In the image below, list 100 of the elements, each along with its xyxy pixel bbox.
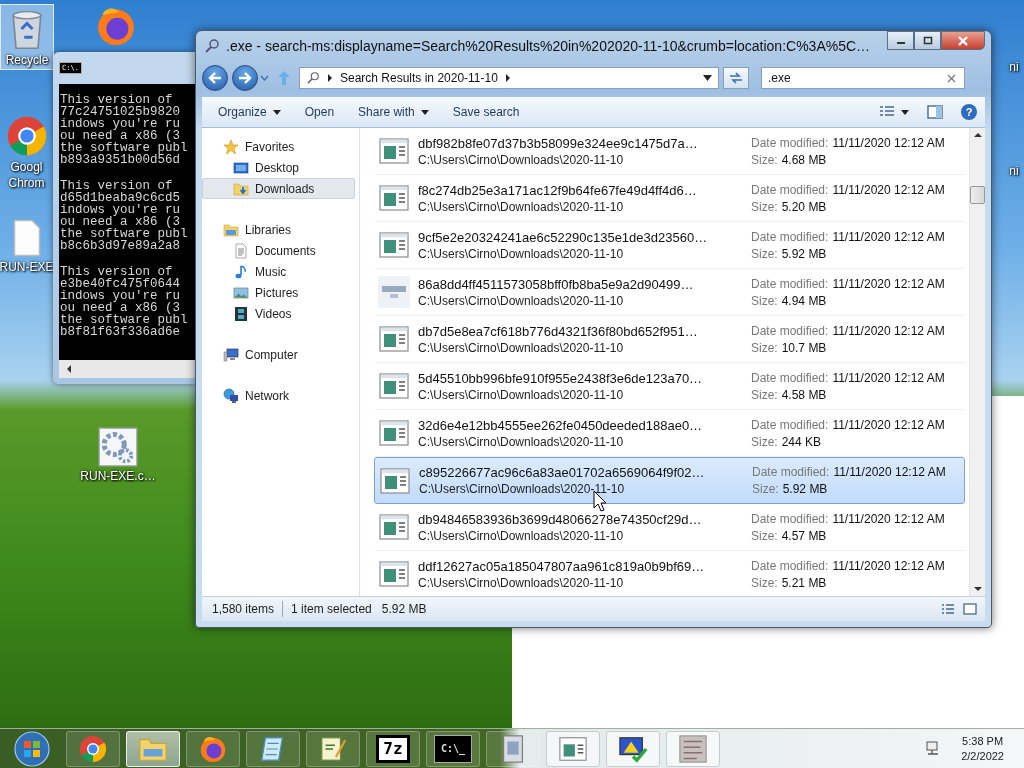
chevron-icon[interactable]: [327, 74, 333, 82]
computer-icon: [223, 346, 239, 363]
toolbar-button[interactable]: Save search: [442, 101, 530, 123]
file-size: 244 KB: [781, 434, 822, 449]
file-path: C:\Users\Cirno\Downloads\2020-11-10: [418, 246, 625, 261]
nav-item[interactable]: Videos: [202, 303, 355, 324]
file-name: ddf12627ac05a185047807aa961c819a0b9bf69…: [418, 558, 706, 574]
field-label: Size:: [751, 528, 778, 543]
nav-item[interactable]: Favorites: [202, 136, 355, 157]
search-icon: [204, 38, 220, 54]
clock[interactable]: 5:38 PM 2/2/2022: [961, 733, 1004, 764]
taskbar-button[interactable]: C:\_: [426, 730, 480, 767]
tiles-view-icon[interactable]: [963, 603, 977, 615]
nav-item[interactable]: Network: [202, 385, 355, 406]
file-row[interactable]: dbf982b8fe07d37b3b58099e324ee9c1475d7a… C:\Users\Cirno\Downloads\2020-11-10 Date modified: 11/11/2020 12:12 AM Size: 4.68 MB: [374, 128, 965, 175]
nav-item[interactable]: Downloads: [202, 178, 355, 199]
taskbar-button[interactable]: 7z: [366, 730, 420, 767]
vertical-scrollbar[interactable]: [969, 128, 985, 596]
console-line: 77c24751025b9820: [59, 106, 182, 118]
console-line: This version of: [59, 180, 173, 192]
file-name: c895226677ac96c6a83ae01702a6569064f9f02…: [419, 465, 706, 480]
breadcrumb[interactable]: Search Results in 2020-11-10: [340, 71, 498, 85]
back-arrow-icon: [208, 72, 222, 84]
selection-status: 1 item selected: [291, 602, 372, 616]
console-line: b8c6b3d97e89a2a8: [59, 240, 181, 252]
nav-item[interactable]: Libraries: [202, 219, 355, 240]
file-row[interactable]: 5d45510bb996bfe910f955e2438f3e6de123a70… C:\Users\Cirno\Downloads\2020-11-10 Date modified: 11/11/2020 12:12 AM Size: 4.58 MB: [374, 363, 965, 410]
file-path: C:\Users\Cirno\Downloads\2020-11-10: [418, 199, 625, 214]
file-path: C:\Users\Cirno\Downloads\2020-11-10: [418, 434, 625, 449]
desktop-icon-label[interactable]: RUN-EXE.c…: [80, 469, 156, 483]
field-label: Date modified:: [751, 323, 829, 338]
selection-size: 5.92 MB: [381, 602, 427, 616]
console-line: b893a9351b00d56d: [59, 154, 181, 166]
file-row[interactable]: f8c274db25e3a171ac12f9b64fe67fe49d4ff4d6… C:\Users\Cirno\Downloads\2020-11-10 Date modified: 11/11/2020 12:12 AM Size: 5.20 MB: [374, 175, 965, 222]
nav-item[interactable]: Pictures: [202, 282, 355, 303]
scrollbar-thumb[interactable]: [970, 186, 985, 204]
console-line: indows you're ru: [59, 290, 182, 302]
desktop-icon-label[interactable]: ni: [1009, 60, 1019, 74]
console-line: b8f81f63f336ad6e: [59, 326, 181, 338]
file-name: 32d6e4e12bb4555ee262fe0450deeded188ae0…: [418, 417, 704, 433]
date-modified: 11/11/2020 12:12 AM: [832, 323, 945, 338]
file-row[interactable]: 86a8dd4ff4511573058bff0fb8ba5e9a2d90499… C:\Users\Cirno\Downloads\2020-11-10 Date modified: 11/11/2020 12:12 AM Size: 4.94 MB: [374, 269, 965, 316]
file-row[interactable]: db94846583936b3699d48066278e74350cf29d… C:\Users\Cirno\Downloads\2020-11-10 Date modified: 11/11/2020 12:12 AM Size: 4.57 MB: [374, 504, 965, 551]
taskbar-button[interactable]: [546, 730, 600, 767]
toolbar-button[interactable]: Organize: [208, 101, 291, 123]
maximize-button[interactable]: [914, 31, 941, 50]
minimize-button[interactable]: [887, 31, 914, 50]
refresh-button[interactable]: [723, 67, 749, 89]
scroll-left-arrow-icon[interactable]: [65, 364, 73, 374]
address-bar[interactable]: Search Results in 2020-11-10: [299, 67, 719, 89]
file-name: f8c274db25e3a171ac12f9b64fe67fe49d4ff4d6…: [418, 182, 698, 198]
scroll-up-arrow-icon[interactable]: [973, 132, 982, 138]
date-modified: 11/11/2020 12:12 AM: [832, 511, 945, 526]
console-line: This version of: [59, 266, 173, 278]
toolbar-button[interactable]: Share with: [348, 101, 439, 123]
taskbar-button[interactable]: [666, 730, 720, 767]
refresh-arrows-icon: [728, 71, 744, 85]
forward-arrow-icon: [238, 72, 252, 84]
nav-item[interactable]: Music: [202, 261, 355, 282]
date-modified: 11/11/2020 12:12 AM: [832, 370, 945, 385]
file-row[interactable]: 9cf5e2e20324241ae6c52290c135e1de3d23560… C:\Users\Cirno\Downloads\2020-11-10 Date modified: 11/11/2020 12:12 AM Size: 5.92 MB: [374, 222, 965, 269]
caret-icon[interactable]: [703, 75, 712, 81]
horizontal-scrollbar[interactable]: [59, 360, 195, 378]
nav-item[interactable]: Desktop: [202, 157, 355, 178]
field-label: Size:: [751, 340, 778, 355]
document-icon: [233, 242, 249, 259]
program-window-icon: [378, 323, 410, 355]
nav-item[interactable]: Documents: [202, 240, 355, 261]
file-size: 4.68 MB: [781, 152, 827, 167]
file-size: 5.21 MB: [781, 575, 827, 590]
file-row[interactable]: c895226677ac96c6a83ae01702a6569064f9f02… C:\Users\Cirno\Downloads\2020-11-10 Date modified: 11/11/2020 12:12 AM Size: 5.92 MB: [374, 457, 965, 504]
item-count: 1,580 items: [212, 602, 275, 616]
restore-icon: [922, 36, 933, 45]
toolbar-button[interactable]: Open: [294, 101, 345, 123]
details-view-icon[interactable]: [941, 603, 955, 615]
console-line: e3be40fc475f0644: [59, 278, 182, 290]
search-field[interactable]: .exe: [761, 67, 965, 89]
file-size: 10.7 MB: [781, 340, 827, 355]
field-label: Size:: [751, 387, 778, 402]
console-line: ou need a x86 (3: [59, 130, 181, 142]
preview-pane-icon[interactable]: [927, 105, 943, 119]
chevron-icon[interactable]: [504, 74, 511, 82]
date-modified: 11/11/2020 12:12 AM: [832, 276, 945, 291]
taskbar-button[interactable]: [606, 730, 660, 767]
field-label: Date modified:: [751, 511, 829, 526]
forward-button[interactable]: [232, 65, 258, 91]
back-button[interactable]: [202, 65, 228, 91]
program-window-icon: [378, 182, 410, 214]
file-row[interactable]: db7d5e8ea7cf618b776d4321f36f80bd652f951… C:\Users\Cirno\Downloads\2020-11-10 Date modified: 11/11/2020 12:12 AM Size: 10.7 MB: [374, 316, 965, 363]
nav-item[interactable]: Computer: [202, 344, 355, 365]
close-button[interactable]: [941, 31, 985, 50]
file-name: 86a8dd4ff4511573058bff0fb8ba5e9a2d90499…: [418, 276, 695, 292]
caret-icon[interactable]: [901, 109, 909, 115]
clear-icon[interactable]: [947, 73, 956, 83]
gears-icon[interactable]: [98, 427, 138, 467]
file-path: C:\Users\Cirno\Downloads\2020-11-10: [419, 482, 626, 496]
view-options-icon[interactable]: [879, 105, 895, 119]
help-button[interactable]: ?: [961, 104, 977, 120]
file-path: C:\Users\Cirno\Downloads\2020-11-10: [418, 387, 625, 402]
scroll-down-arrow-icon[interactable]: [973, 586, 982, 592]
